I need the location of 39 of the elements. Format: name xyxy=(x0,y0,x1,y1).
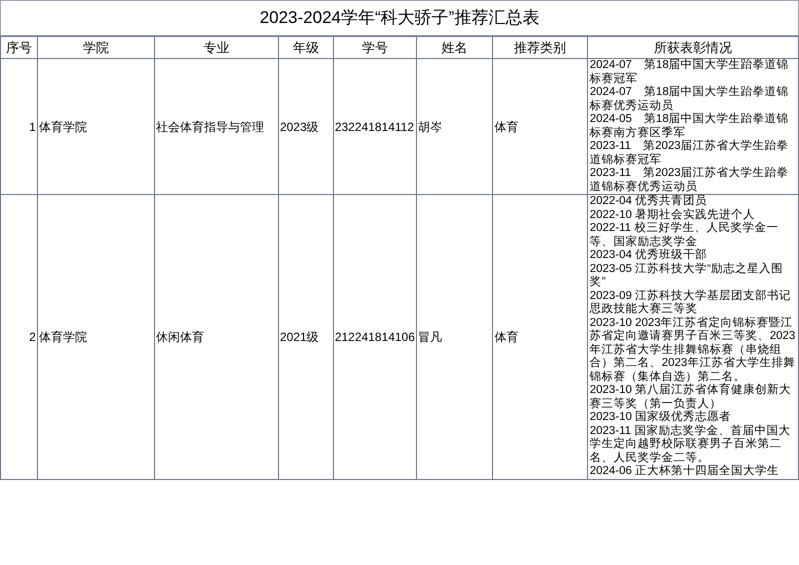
award-entry: 2023-11 第2023届江苏省大学生跆拳道锦标赛优秀运动员 xyxy=(590,167,790,194)
column-header: 学号 xyxy=(362,40,388,54)
table-cell: 休闲体育 xyxy=(156,330,204,344)
award-entry: 2024-06 正大杯第十四届全国大学生 xyxy=(590,465,780,478)
table-cell: 1 xyxy=(29,120,36,134)
award-entry: 2023-04 优秀班级干部 xyxy=(590,249,708,262)
award-entry: 2022-10 暑期社会实践先进个人 xyxy=(590,208,756,222)
award-entry: 2023-10 国家级优秀志愿者 xyxy=(590,411,732,424)
table-cell: 212241814106 xyxy=(334,330,415,344)
award-entry: 2024-05 第18届中国大学生跆拳道锦标赛南方赛区季军 xyxy=(590,113,790,140)
table-cell: 社会体育指导与管理 xyxy=(156,120,264,134)
column-header: 推荐类别 xyxy=(514,40,566,54)
column-header: 专业 xyxy=(204,40,230,54)
column-header: 所获表彰情况 xyxy=(654,40,732,54)
sheet-title: 2023-2024学年“科大骄子”推荐汇总表 xyxy=(0,0,799,36)
table-cell: 体育 xyxy=(494,330,518,344)
table-cell: 2023级 xyxy=(280,120,319,134)
table-cell: 2 xyxy=(29,330,36,344)
table-cell: 2021级 xyxy=(280,330,319,344)
award-entry: 2023-05 江苏科技大学“励志之星入围奖” xyxy=(590,262,784,289)
column-header: 姓名 xyxy=(442,40,468,54)
table-cell: 232241814112 xyxy=(334,120,414,134)
award-entry: 2023-11 国家励志奖学金、首届中国大学生定向越野校际联赛男子百米第二名、人民奖学金二等。 xyxy=(590,424,792,464)
table-cell: 体育学院 xyxy=(38,330,87,344)
award-entry: 2024-07 第18届中国大学生跆拳道锦标赛优秀运动员 xyxy=(590,86,790,112)
award-entry: 2023-11 第2023届江苏省大学生跆拳道锦标赛冠军 xyxy=(590,140,790,166)
award-entry: 2023-10 2023年江苏省定向锦标赛暨江苏省定向邀请赛男子百米三等奖、2023年江苏省大学生排舞锦标赛（串烧组合）第二名、2023年江苏省大学生排舞锦标赛（集体自选）第二名。 xyxy=(590,316,796,383)
award-entry: 2022-11 校三好学生、人民奖学金一等、国家励志奖学金 xyxy=(590,222,780,248)
table-cell: 体育 xyxy=(494,120,518,134)
award-entry: 2022-04 优秀共青团员 xyxy=(590,195,708,208)
table-cell: 冒凡 xyxy=(418,330,442,344)
table-cell: 胡岑 xyxy=(418,120,442,134)
award-entry: 2023-10 第八届江苏省体育健康创新大赛三等奖（第一负责人） xyxy=(590,384,792,410)
column-header: 学院 xyxy=(82,40,109,54)
table-cell: 体育学院 xyxy=(38,120,87,134)
column-header: 序号 xyxy=(6,40,32,54)
column-header: 年级 xyxy=(292,40,319,54)
award-entry: 2023-09 江苏科技大学基层团支部书记思政技能大赛三等奖 xyxy=(590,290,792,316)
award-entry: 2024-07 第18届中国大学生跆拳道锦标赛冠军 xyxy=(590,59,790,86)
